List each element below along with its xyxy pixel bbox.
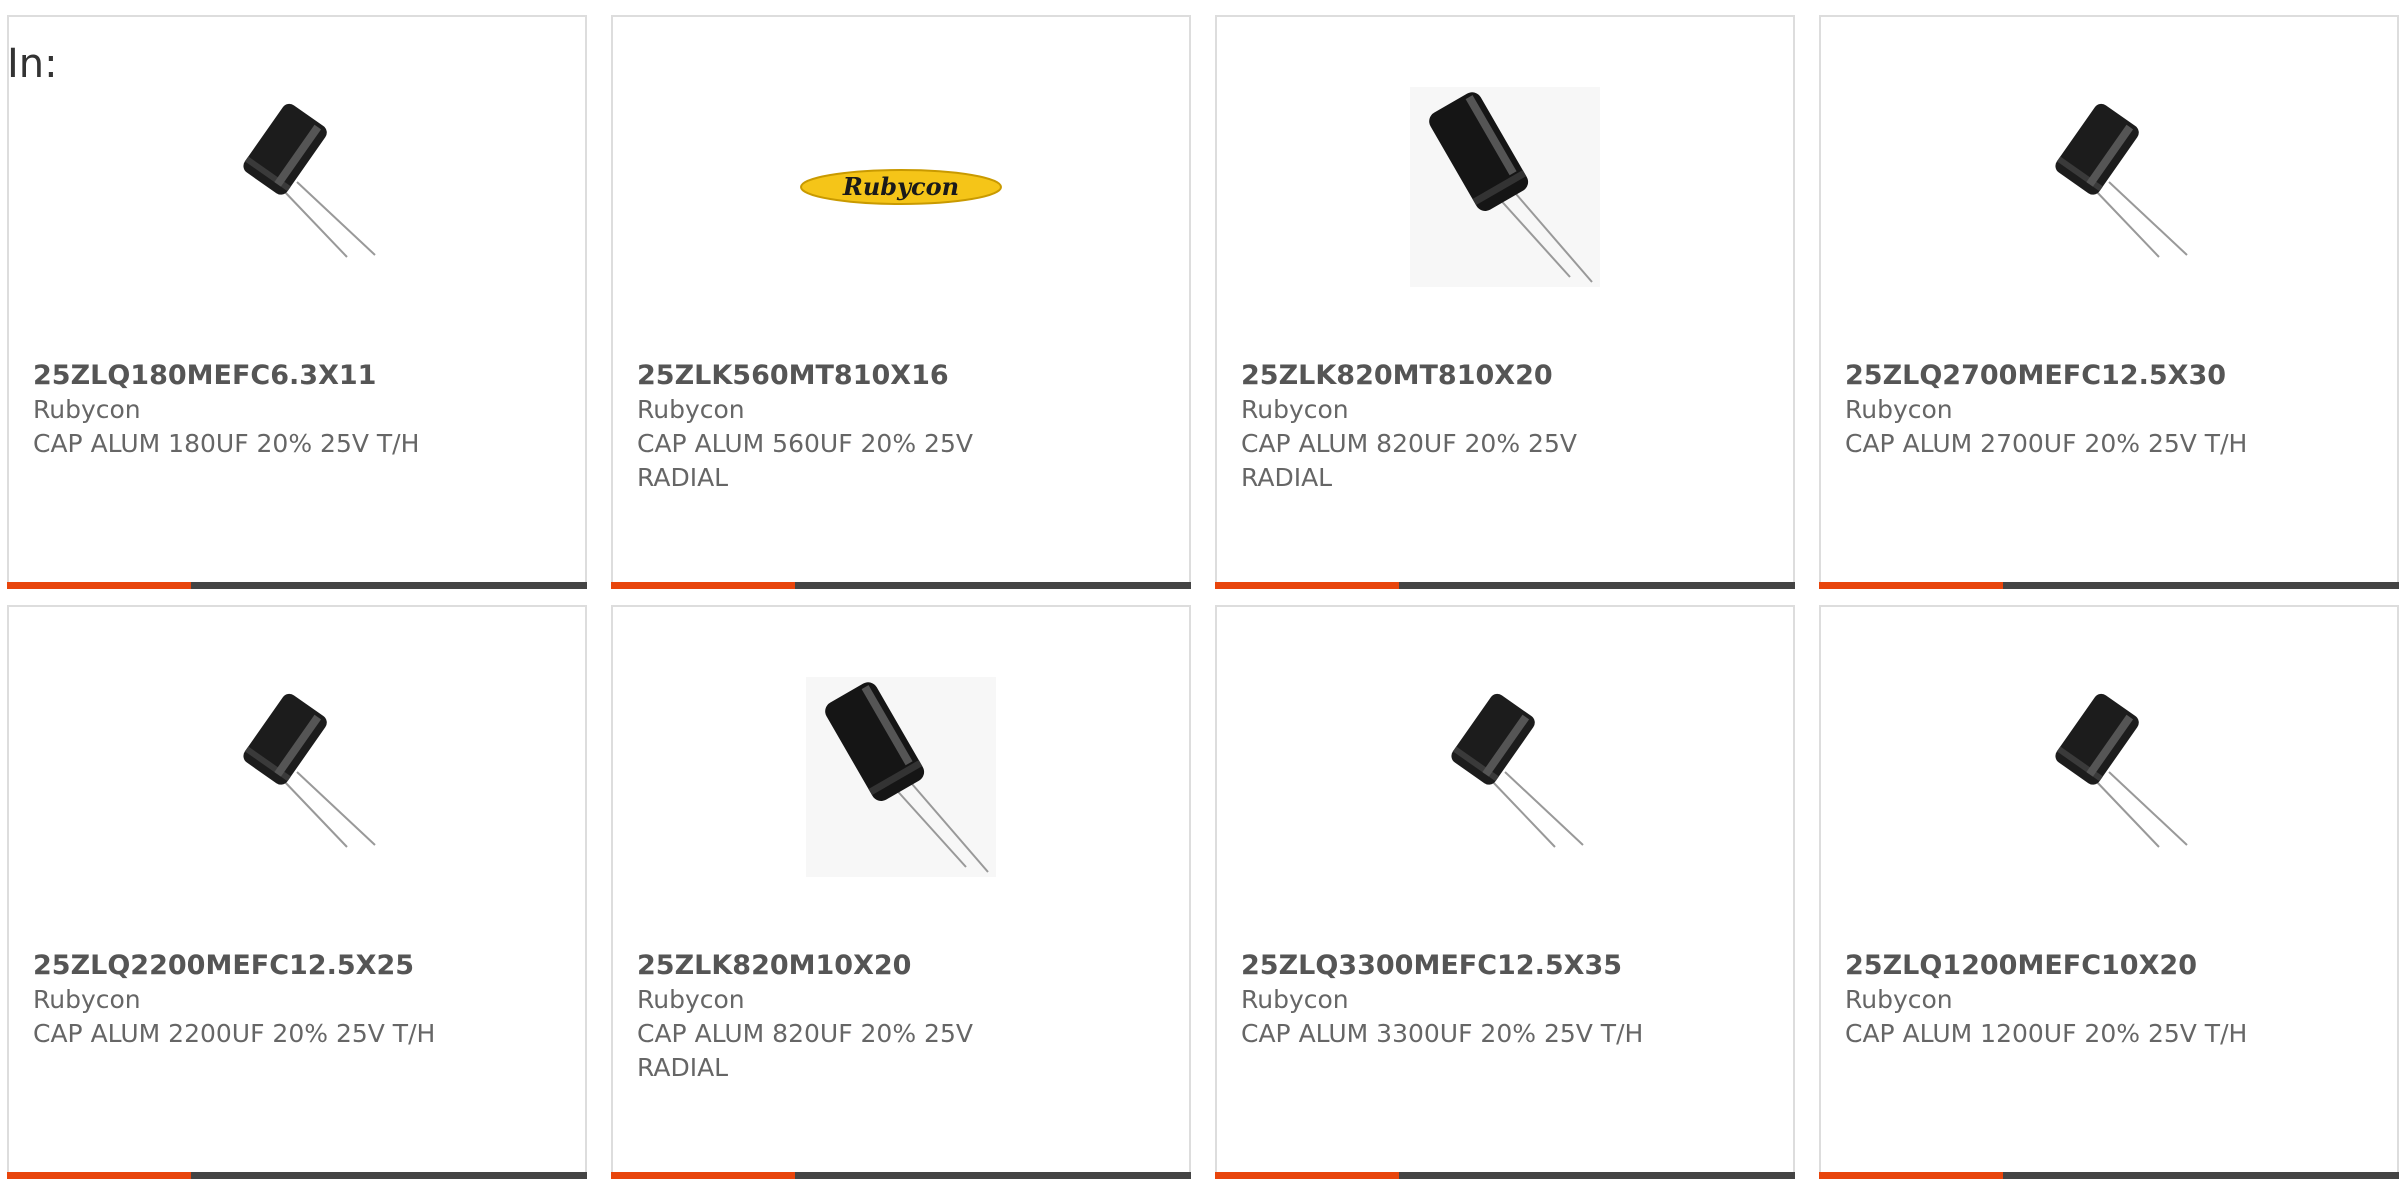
product-image[interactable] xyxy=(9,57,585,317)
product-info: 25ZLQ180MEFC6.3X11 Rubycon CAP ALUM 180U… xyxy=(33,359,565,461)
capacitor-large-icon xyxy=(806,677,996,877)
product-card[interactable]: 25ZLQ1200MEFC10X20 Rubycon CAP ALUM 1200… xyxy=(1819,605,2399,1179)
product-info: 25ZLQ1200MEFC10X20 Rubycon CAP ALUM 1200… xyxy=(1845,949,2377,1051)
description: CAP ALUM 560UF 20% 25V RADIAL xyxy=(637,429,973,492)
manufacturer: Rubycon xyxy=(33,395,141,424)
product-image[interactable] xyxy=(1217,57,1793,317)
product-card[interactable]: 25ZLQ2700MEFC12.5X30 Rubycon CAP ALUM 27… xyxy=(1819,15,2399,589)
product-card[interactable]: 25ZLQ3300MEFC12.5X35 Rubycon CAP ALUM 33… xyxy=(1215,605,1795,1179)
product-image[interactable] xyxy=(9,647,585,907)
manufacturer: Rubycon xyxy=(637,985,745,1014)
part-number[interactable]: 25ZLQ2200MEFC12.5X25 xyxy=(33,949,565,983)
card-bottom-bar xyxy=(1819,1172,2399,1179)
description: CAP ALUM 180UF 20% 25V T/H xyxy=(33,429,420,458)
product-image[interactable] xyxy=(1217,647,1793,907)
capacitor-small-icon xyxy=(243,693,376,848)
product-card[interactable]: 25ZLK820MT810X20 Rubycon CAP ALUM 820UF … xyxy=(1215,15,1795,589)
product-info: 25ZLK820M10X20 Rubycon CAP ALUM 820UF 20… xyxy=(637,949,1169,1085)
product-image[interactable] xyxy=(1821,57,2397,317)
manufacturer: Rubycon xyxy=(1241,985,1349,1014)
description: CAP ALUM 1200UF 20% 25V T/H xyxy=(1845,1019,2248,1048)
product-card[interactable]: Rubycon 25ZLK560MT810X16 Rubycon CAP ALU… xyxy=(611,15,1191,589)
card-bottom-bar xyxy=(7,582,587,589)
manufacturer: Rubycon xyxy=(1241,395,1349,424)
description: CAP ALUM 2700UF 20% 25V T/H xyxy=(1845,429,2248,458)
capacitor-small-icon xyxy=(2055,103,2188,258)
product-info: 25ZLK820MT810X20 Rubycon CAP ALUM 820UF … xyxy=(1241,359,1773,495)
capacitor-small-icon xyxy=(1451,693,1584,848)
card-bottom-bar xyxy=(1215,582,1795,589)
manufacturer: Rubycon xyxy=(1845,395,1953,424)
svg-text:Rubycon: Rubycon xyxy=(842,172,959,201)
part-number[interactable]: 25ZLK560MT810X16 xyxy=(637,359,1169,393)
card-bottom-bar xyxy=(1215,1172,1795,1179)
product-card[interactable]: 25ZLQ180MEFC6.3X11 Rubycon CAP ALUM 180U… xyxy=(7,15,587,589)
product-info: 25ZLK560MT810X16 Rubycon CAP ALUM 560UF … xyxy=(637,359,1169,495)
manufacturer: Rubycon xyxy=(637,395,745,424)
part-number[interactable]: 25ZLK820MT810X20 xyxy=(1241,359,1773,393)
description: CAP ALUM 820UF 20% 25V RADIAL xyxy=(1241,429,1577,492)
filter-label: In: xyxy=(7,41,58,87)
description: CAP ALUM 820UF 20% 25V RADIAL xyxy=(637,1019,973,1082)
product-image[interactable]: Rubycon xyxy=(613,57,1189,317)
part-number[interactable]: 25ZLQ1200MEFC10X20 xyxy=(1845,949,2377,983)
product-card[interactable]: 25ZLQ2200MEFC12.5X25 Rubycon CAP ALUM 22… xyxy=(7,605,587,1179)
product-info: 25ZLQ2200MEFC12.5X25 Rubycon CAP ALUM 22… xyxy=(33,949,565,1051)
card-bottom-bar xyxy=(611,1172,1191,1179)
product-image[interactable] xyxy=(1821,647,2397,907)
manufacturer: Rubycon xyxy=(1845,985,1953,1014)
description: CAP ALUM 3300UF 20% 25V T/H xyxy=(1241,1019,1644,1048)
part-number[interactable]: 25ZLQ180MEFC6.3X11 xyxy=(33,359,565,393)
product-info: 25ZLQ3300MEFC12.5X35 Rubycon CAP ALUM 33… xyxy=(1241,949,1773,1051)
rubycon-logo: Rubycon xyxy=(800,169,1002,205)
capacitor-small-icon xyxy=(243,103,376,258)
card-bottom-bar xyxy=(1819,582,2399,589)
manufacturer: Rubycon xyxy=(33,985,141,1014)
capacitor-small-icon xyxy=(2055,693,2188,848)
card-bottom-bar xyxy=(7,1172,587,1179)
product-card[interactable]: 25ZLK820M10X20 Rubycon CAP ALUM 820UF 20… xyxy=(611,605,1191,1179)
capacitor-large-icon xyxy=(1410,87,1600,287)
product-image[interactable] xyxy=(613,647,1189,907)
product-info: 25ZLQ2700MEFC12.5X30 Rubycon CAP ALUM 27… xyxy=(1845,359,2377,461)
card-bottom-bar xyxy=(611,582,1191,589)
part-number[interactable]: 25ZLQ3300MEFC12.5X35 xyxy=(1241,949,1773,983)
part-number[interactable]: 25ZLQ2700MEFC12.5X30 xyxy=(1845,359,2377,393)
part-number[interactable]: 25ZLK820M10X20 xyxy=(637,949,1169,983)
description: CAP ALUM 2200UF 20% 25V T/H xyxy=(33,1019,436,1048)
